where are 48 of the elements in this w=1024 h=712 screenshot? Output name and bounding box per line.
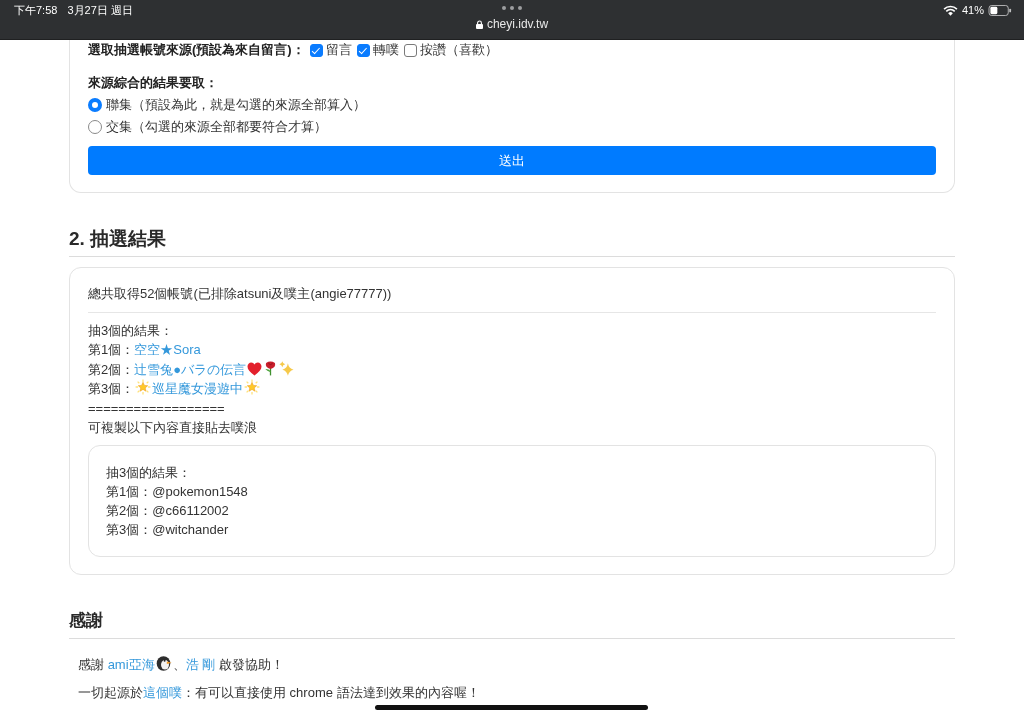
wifi-icon [942,5,958,16]
thanks-text: 一切起源於這個噗：有可以直接使用 chrome 語法達到效果的內容喔！ [77,683,481,702]
checkbox-label[interactable]: 留言 [325,40,352,60]
clock-time: 下午7:58 [14,4,58,17]
submit-button[interactable]: 送出 [88,146,936,175]
star-icon [244,379,261,395]
text-link[interactable]: 這個噗 [143,684,182,700]
radio-button[interactable] [88,120,102,134]
battery-icon [988,5,1012,16]
text-link[interactable]: ami亞海 [107,656,155,672]
checkbox[interactable] [356,43,370,57]
copy-hint: 可複製以下內容直接貼去噗浪 [88,419,258,437]
radio-button[interactable] [88,98,102,112]
dots-icon[interactable] [502,6,522,10]
summary-text: 總共取得52個帳號(已排除atsuni及噗主(angie77777)) [88,285,393,303]
lock-icon [475,20,483,29]
copy-line: 第2個：@c66112002 [106,501,230,520]
section-heading: 2. 抽選結果 [69,227,955,257]
winner-label: 第3個： [88,381,135,396]
radio-label[interactable]: 交集（勾選的來源全部都要符合才算） [106,117,327,137]
url-text[interactable]: cheyi.idv.tw [486,18,549,31]
separator-text: ================== [88,399,226,418]
field-label: 選取抽選帳號來源(預設為來自留言)： [88,41,305,59]
text-link[interactable]: 浩 剛 [185,656,216,672]
copy-line: 第3個：@witchander [106,520,230,539]
date-text: 3月27日 週日 [67,4,133,17]
checkbox-label[interactable]: 轉噗 [372,40,399,60]
checkbox[interactable] [309,43,323,57]
thanks-text: 感謝 ami亞海 、浩 剛 啟發協助！ [77,654,285,674]
battery-percent: 41% [961,4,984,17]
result-title: 抽3個的結果： [88,321,175,340]
penguin-icon [155,654,172,671]
star-icon [135,379,152,395]
checkbox[interactable] [403,43,417,57]
field-label: 來源綜合的結果要取： [88,74,219,92]
checkbox-label[interactable]: 按讚（喜歡） [419,40,498,60]
winner-link[interactable]: 辻雪兔●バラの伝言 [134,361,296,377]
winner-label: 第2個： [88,361,135,377]
section-heading: 感謝 [69,609,955,639]
sparkles-icon [279,360,295,376]
copy-line: 抽3個的結果： [106,463,193,482]
copy-line: 第1個：@pokemon1548 [106,482,249,501]
winner-link[interactable]: 巡星魔女漫遊中 [134,381,262,396]
winner-label: 第1個： [88,342,135,357]
rose-icon [264,359,278,376]
heart-icon [247,361,263,376]
radio-label[interactable]: 聯集（預設為此，就是勾選的來源全部算入） [106,95,366,115]
winner-link[interactable]: 空空★Sora [134,342,201,357]
